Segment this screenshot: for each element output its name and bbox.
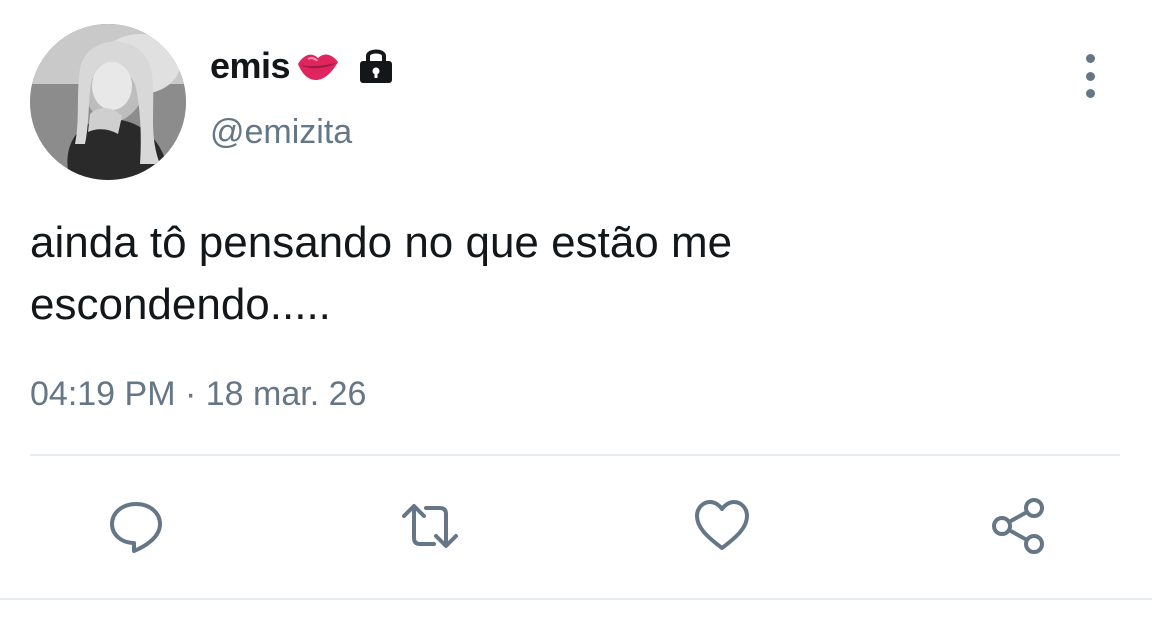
tweet-date: 18 mar. 26 (205, 375, 367, 413)
meta-separator: · (175, 375, 206, 413)
reply-icon (110, 502, 162, 553)
divider (30, 454, 1120, 456)
avatar-image (30, 24, 186, 180)
handle[interactable]: @emizita (210, 113, 352, 152)
share-button[interactable] (986, 494, 1050, 558)
like-icon (695, 500, 749, 550)
share-icon (992, 498, 1044, 554)
more-options-icon[interactable] (1070, 54, 1110, 98)
tweet-text-line: escondendo..... (30, 280, 331, 329)
reply-button[interactable] (104, 494, 168, 558)
retweet-icon (402, 504, 458, 548)
lock-icon (354, 44, 398, 88)
like-button[interactable] (690, 494, 754, 558)
retweet-button[interactable] (398, 494, 462, 558)
tweet-time: 04:19 PM (30, 375, 176, 413)
tweet-text-line: ainda tô pensando no que estão me (30, 218, 733, 267)
timestamp[interactable]: 04:19 PM · 18 mar. 26 (30, 375, 366, 414)
divider (0, 598, 1152, 600)
name-row: emis (210, 40, 398, 92)
lips-icon (296, 50, 340, 82)
display-name[interactable]: emis (210, 45, 291, 87)
tweet-text: ainda tô pensando no que estão me escond… (30, 212, 1120, 336)
avatar[interactable] (30, 24, 186, 180)
